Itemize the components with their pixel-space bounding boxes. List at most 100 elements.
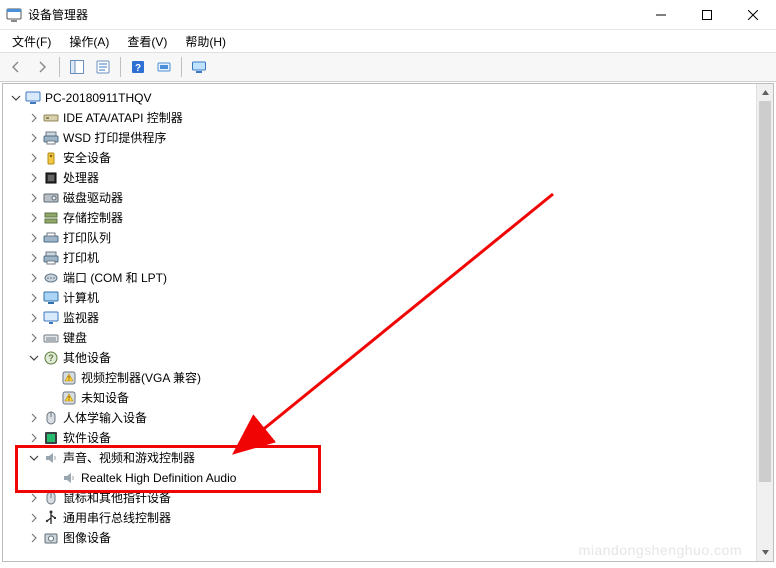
minimize-button[interactable]: [638, 0, 684, 29]
tree-node[interactable]: 人体学输入设备: [3, 408, 773, 428]
toolbar-separator: [120, 57, 121, 77]
tree-node[interactable]: 鼠标和其他指针设备: [3, 488, 773, 508]
chevron-right-icon[interactable]: [27, 211, 41, 225]
disk-icon: [43, 190, 59, 206]
tree-root[interactable]: PC-20180911THQV: [3, 88, 773, 108]
close-button[interactable]: [730, 0, 776, 29]
menu-file[interactable]: 文件(F): [4, 31, 59, 52]
chevron-right-icon[interactable]: [27, 251, 41, 265]
hid-icon: [43, 410, 59, 426]
scan-hardware-button[interactable]: [152, 55, 176, 79]
tree-node[interactable]: IDE ATA/ATAPI 控制器: [3, 108, 773, 128]
tree-node[interactable]: 打印队列: [3, 228, 773, 248]
svg-text:?: ?: [135, 63, 141, 74]
node-label: 计算机: [63, 288, 99, 308]
tree-node-realtek-audio[interactable]: Realtek High Definition Audio: [3, 468, 773, 488]
tree-node[interactable]: 端口 (COM 和 LPT): [3, 268, 773, 288]
chevron-right-icon[interactable]: [27, 171, 41, 185]
monitor-icon: [43, 310, 59, 326]
chevron-right-icon[interactable]: [27, 111, 41, 125]
tree-root-label: PC-20180911THQV: [45, 88, 152, 108]
chevron-right-icon[interactable]: [27, 411, 41, 425]
node-label: 键盘: [63, 328, 87, 348]
scroll-up-button[interactable]: [757, 84, 773, 101]
storage-icon: [43, 210, 59, 226]
tree-node[interactable]: 软件设备: [3, 428, 773, 448]
tree-node[interactable]: 键盘: [3, 328, 773, 348]
toolbar: ?: [0, 52, 776, 82]
content-pane: PC-20180911THQV IDE ATA/ATAPI 控制器 WSD 打印…: [2, 83, 774, 562]
tree-node[interactable]: 通用串行总线控制器: [3, 508, 773, 528]
other-devices-icon: ?: [43, 350, 59, 366]
tree-node-other-devices[interactable]: ? 其他设备: [3, 348, 773, 368]
chevron-right-icon[interactable]: [27, 131, 41, 145]
chevron-right-icon[interactable]: [27, 291, 41, 305]
menu-view[interactable]: 查看(V): [119, 31, 175, 52]
tree-node[interactable]: 磁盘驱动器: [3, 188, 773, 208]
help-button[interactable]: ?: [126, 55, 150, 79]
chevron-right-icon[interactable]: [27, 431, 41, 445]
menu-action[interactable]: 操作(A): [61, 31, 117, 52]
node-label: 鼠标和其他指针设备: [63, 488, 171, 508]
printer-icon: [43, 250, 59, 266]
back-button[interactable]: [4, 55, 28, 79]
app-icon: [6, 7, 22, 23]
chevron-right-icon[interactable]: [27, 271, 41, 285]
scroll-down-button[interactable]: [757, 544, 773, 561]
chevron-down-icon[interactable]: [27, 351, 41, 365]
chevron-down-icon[interactable]: [9, 91, 23, 105]
forward-button[interactable]: [30, 55, 54, 79]
chevron-right-icon[interactable]: [27, 151, 41, 165]
scroll-track[interactable]: [757, 101, 773, 544]
maximize-button[interactable]: [684, 0, 730, 29]
tree-node[interactable]: 计算机: [3, 288, 773, 308]
menu-help[interactable]: 帮助(H): [177, 31, 234, 52]
chevron-right-icon[interactable]: [27, 331, 41, 345]
vertical-scrollbar[interactable]: [756, 84, 773, 561]
tree-node[interactable]: 安全设备: [3, 148, 773, 168]
node-label: 声音、视频和游戏控制器: [63, 448, 195, 468]
tree-node-sound-controllers[interactable]: 声音、视频和游戏控制器: [3, 448, 773, 468]
warn-dev-icon: [61, 390, 77, 406]
node-label: 端口 (COM 和 LPT): [63, 268, 167, 288]
chevron-right-icon[interactable]: [27, 491, 41, 505]
chevron-down-icon[interactable]: [27, 451, 41, 465]
node-label: 打印队列: [63, 228, 111, 248]
properties-button[interactable]: [91, 55, 115, 79]
chevron-right-icon[interactable]: [27, 231, 41, 245]
chevron-right-icon[interactable]: [27, 311, 41, 325]
toolbar-separator: [181, 57, 182, 77]
show-hide-tree-button[interactable]: [65, 55, 89, 79]
scroll-thumb[interactable]: [759, 101, 771, 482]
node-label: 安全设备: [63, 148, 111, 168]
computer-icon: [43, 290, 59, 306]
warn-dev-icon: [61, 370, 77, 386]
tree-node[interactable]: 处理器: [3, 168, 773, 188]
tree-node[interactable]: 打印机: [3, 248, 773, 268]
node-label: 存储控制器: [63, 208, 123, 228]
tree-node[interactable]: 未知设备: [3, 388, 773, 408]
window-controls: [638, 0, 776, 29]
usb-icon: [43, 510, 59, 526]
chevron-right-icon[interactable]: [27, 531, 41, 545]
speaker-icon: [61, 470, 77, 486]
tree-node[interactable]: 视频控制器(VGA 兼容): [3, 368, 773, 388]
node-label: 未知设备: [81, 388, 129, 408]
cpu-icon: [43, 170, 59, 186]
svg-text:?: ?: [48, 353, 54, 363]
node-label: 监视器: [63, 308, 99, 328]
display-button[interactable]: [187, 55, 211, 79]
node-label: 处理器: [63, 168, 99, 188]
chevron-right-icon[interactable]: [27, 191, 41, 205]
ide-icon: [43, 110, 59, 126]
title-bar: 设备管理器: [0, 0, 776, 30]
computer-icon: [25, 90, 41, 106]
window-title: 设备管理器: [28, 6, 88, 23]
tree-node[interactable]: 存储控制器: [3, 208, 773, 228]
queue-icon: [43, 230, 59, 246]
tree-node[interactable]: 监视器: [3, 308, 773, 328]
chevron-right-icon[interactable]: [27, 511, 41, 525]
tree-node[interactable]: 图像设备: [3, 528, 773, 548]
imaging-icon: [43, 530, 59, 546]
tree-node[interactable]: WSD 打印提供程序: [3, 128, 773, 148]
